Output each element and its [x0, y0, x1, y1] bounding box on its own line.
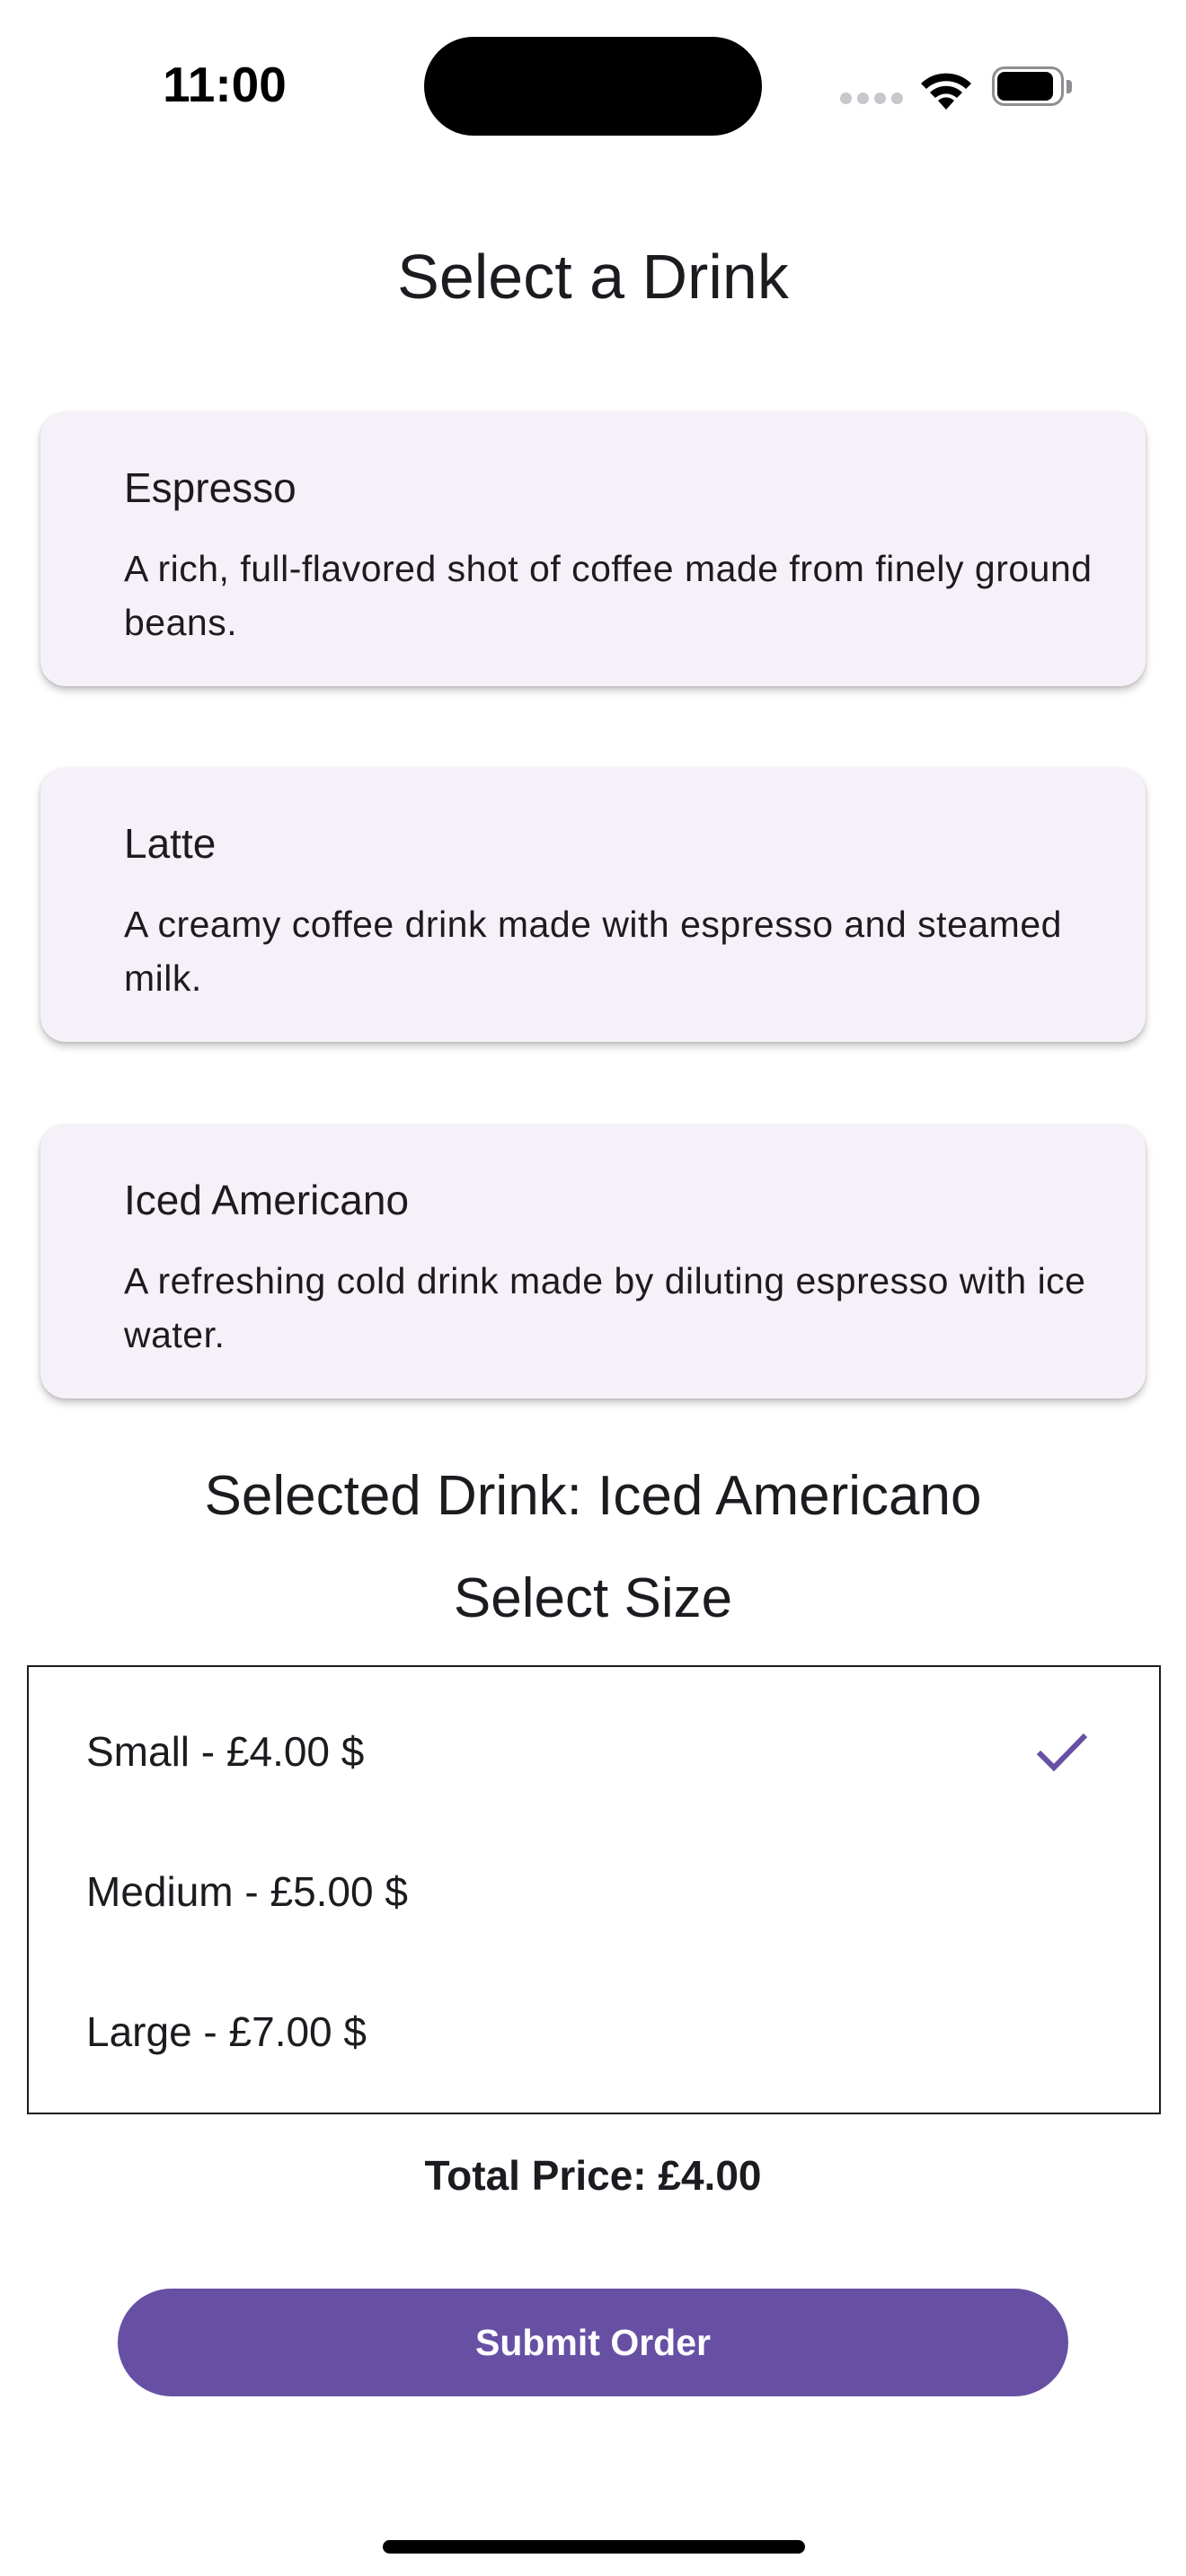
size-option-label: Large - £7.00 $ — [86, 2008, 367, 2055]
drink-description: A refreshing cold drink made by diluting… — [124, 1260, 1086, 1355]
drink-description: A creamy coffee drink made with espresso… — [124, 904, 1062, 999]
size-option-large[interactable]: Large - £7.00 $ — [29, 1962, 1159, 2102]
check-icon — [1036, 1733, 1088, 1772]
wifi-icon — [921, 73, 971, 110]
drink-card-latte[interactable]: Latte A creamy coffee drink made with es… — [40, 768, 1146, 1042]
drink-card-iced-americano[interactable]: Iced Americano A refreshing cold drink m… — [40, 1125, 1146, 1398]
status-bar: 11:00 — [0, 0, 1186, 171]
cell-signal-icon — [840, 93, 903, 105]
dynamic-island — [424, 37, 762, 136]
battery-icon — [992, 66, 1075, 108]
drink-name: Latte — [124, 820, 217, 867]
size-section-title: Select Size — [453, 1567, 733, 1629]
drink-name: Iced Americano — [124, 1177, 410, 1223]
drink-description: A rich, full-flavored shot of coffee mad… — [124, 548, 1093, 643]
size-option-medium[interactable]: Medium - £5.00 $ — [29, 1822, 1159, 1962]
submit-order-button[interactable]: Submit Order — [118, 2289, 1068, 2396]
home-indicator — [383, 2540, 805, 2554]
size-list: Small - £4.00 $ Medium - £5.00 $ Large -… — [27, 1665, 1161, 2114]
drink-name: Espresso — [124, 464, 296, 511]
selected-drink-label: Selected Drink: Iced Americano — [204, 1465, 982, 1527]
total-price: Total Price: £4.00 — [424, 2152, 762, 2199]
status-time: 11:00 — [163, 57, 287, 112]
size-option-label: Small - £4.00 $ — [86, 1728, 365, 1775]
size-option-label: Medium - £5.00 $ — [86, 1868, 408, 1915]
drink-card-espresso[interactable]: Espresso A rich, full-flavored shot of c… — [40, 412, 1146, 686]
page-title: Select a Drink — [397, 242, 789, 312]
size-option-small[interactable]: Small - £4.00 $ — [29, 1681, 1159, 1822]
